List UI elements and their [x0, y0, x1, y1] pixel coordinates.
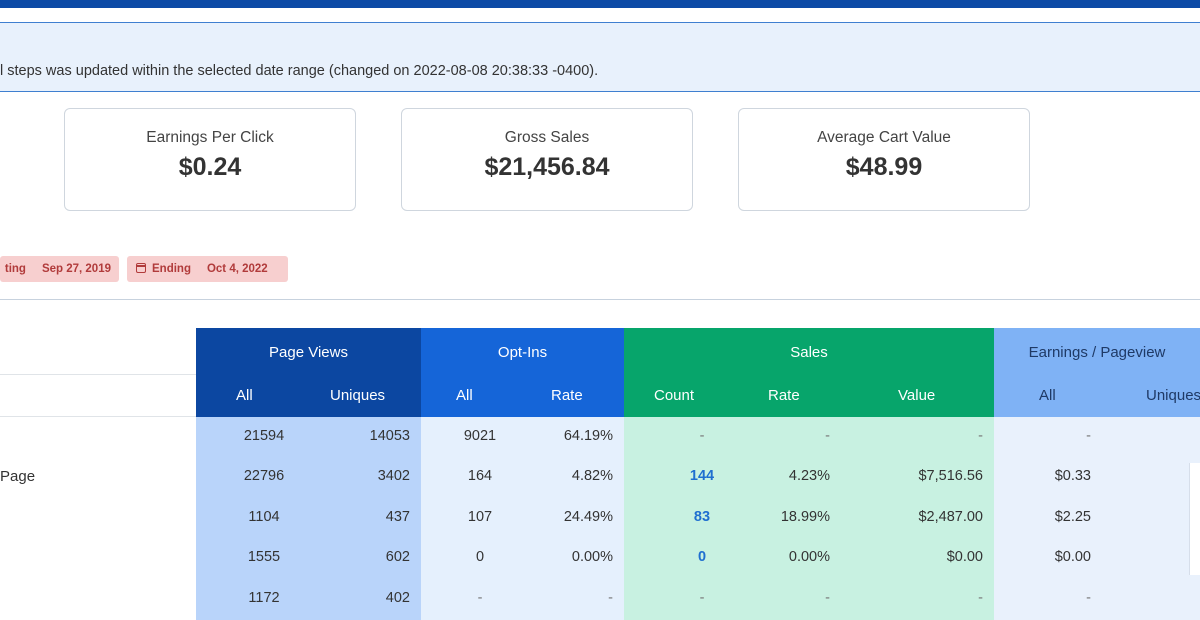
cell-earnings-all: - — [1086, 590, 1091, 606]
cell-pv-uniques: 437 — [385, 509, 410, 525]
header-row-line — [0, 374, 196, 375]
start-date-pill[interactable]: ting Sep 27, 2019 — [0, 256, 119, 282]
end-date-label: Ending — [152, 263, 191, 275]
row-label: Page — [0, 468, 36, 485]
col-header-optins-rate[interactable]: Rate — [551, 374, 583, 417]
card-value: $21,456.84 — [484, 153, 610, 181]
cell-sales-value: $2,487.00 — [918, 509, 983, 525]
start-date-value: Sep 27, 2019 — [41, 263, 111, 275]
top-bar — [0, 0, 1200, 8]
col-header-sales-rate[interactable]: Rate — [768, 374, 800, 417]
subheader-bg-opt-ins — [421, 374, 624, 417]
end-date-pill[interactable]: Ending Oct 4, 2022 — [127, 256, 288, 282]
cell-pv-uniques: 3402 — [377, 468, 410, 484]
cell-sales-rate: - — [825, 590, 830, 606]
col-header-earnings-uniques[interactable]: Uniques — [1146, 374, 1200, 417]
col-header-earnings-all[interactable]: All — [1039, 374, 1056, 417]
card-earnings-per-click: Earnings Per Click $0.24 — [64, 108, 356, 211]
end-date-value: Oct 4, 2022 — [206, 263, 268, 275]
col-header-sales-value[interactable]: Value — [898, 374, 935, 417]
cell-sales-rate: 18.99% — [780, 509, 830, 525]
cell-sales-rate: 0.00% — [788, 549, 830, 565]
card-average-cart-value: Average Cart Value $48.99 — [738, 108, 1030, 211]
cell-earnings-all: $2.25 — [1054, 509, 1091, 525]
card-label: Average Cart Value — [817, 129, 951, 146]
cell-optins-rate: - — [608, 590, 613, 606]
cell-sales-rate: 4.23% — [788, 468, 830, 484]
notice-text: l steps was updated within the selected … — [0, 63, 599, 79]
col-header-pv-all[interactable]: All — [236, 374, 253, 417]
col-header-sales-count[interactable]: Count — [654, 374, 694, 417]
cell-earnings-all: $0.00 — [1054, 549, 1091, 565]
cell-sales-value: $7,516.56 — [918, 468, 983, 484]
card-label: Gross Sales — [504, 129, 590, 146]
cell-optins-rate: 24.49% — [563, 509, 613, 525]
card-gross-sales: Gross Sales $21,456.84 — [401, 108, 693, 211]
group-header-page-views: Page Views — [196, 328, 421, 374]
cell-pv-uniques: 402 — [385, 590, 410, 606]
col-header-optins-all[interactable]: All — [456, 374, 473, 417]
earnings-uniques-overflow — [1189, 463, 1200, 575]
cell-earnings-all: $0.33 — [1054, 468, 1091, 484]
card-value: $0.24 — [178, 153, 242, 181]
subheader-bg-page-views — [196, 374, 421, 417]
cell-optins-rate: 0.00% — [571, 549, 613, 565]
cell-sales-value: - — [978, 590, 983, 606]
group-header-earnings-pageview: Earnings / Pageview — [994, 328, 1200, 374]
card-value: $48.99 — [845, 153, 923, 181]
subheader-row-line — [0, 416, 196, 417]
card-label: Earnings Per Click — [146, 129, 274, 146]
start-date-label: ting — [4, 263, 26, 275]
cell-pv-uniques: 602 — [385, 549, 410, 565]
group-header-opt-ins: Opt-Ins — [421, 328, 624, 374]
cell-earnings-all: - — [1086, 428, 1091, 444]
notice-banner: l steps was updated within the selected … — [0, 22, 1200, 92]
cell-optins-rate: 4.82% — [571, 468, 613, 484]
cell-pv-uniques: 14053 — [369, 428, 410, 444]
group-header-sales: Sales — [624, 328, 994, 374]
calendar-icon — [136, 263, 146, 273]
cell-optins-rate: 64.19% — [563, 428, 613, 444]
cell-sales-value: - — [978, 428, 983, 444]
col-header-pv-uniques[interactable]: Uniques — [330, 374, 385, 417]
cell-sales-rate: - — [825, 428, 830, 444]
section-divider — [0, 299, 1200, 300]
cell-sales-value: $0.00 — [946, 549, 983, 565]
